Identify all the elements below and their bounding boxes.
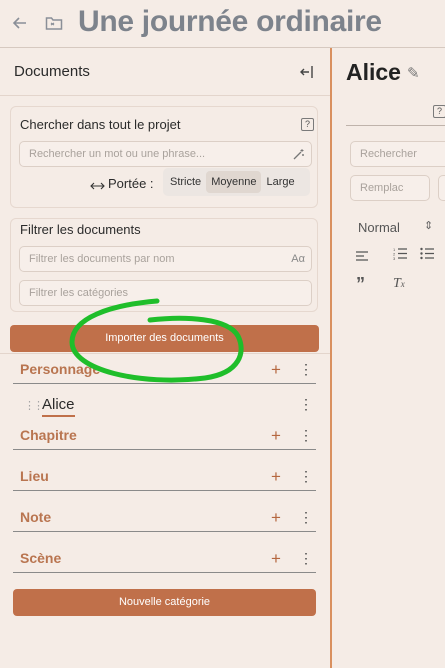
search-input[interactable]: Rechercher un mot ou une phrase...	[19, 141, 312, 167]
more-vertical-icon[interactable]: ⋮	[299, 509, 313, 526]
plus-icon[interactable]: +	[271, 467, 281, 487]
plus-icon[interactable]: +	[271, 360, 281, 380]
title-underline	[346, 125, 445, 126]
scope-selector: Stricte Moyenne Large	[163, 168, 310, 196]
magic-wand-icon[interactable]	[292, 142, 305, 170]
document-title: Alice	[346, 59, 401, 85]
project-search-panel: Chercher dans tout le projet ? Recherche…	[10, 106, 318, 208]
more-vertical-icon[interactable]: ⋮	[299, 550, 313, 567]
ordered-list-icon[interactable]: 123	[393, 247, 407, 263]
more-vertical-icon[interactable]: ⋮	[299, 468, 313, 485]
editor-panel: Alice ✎ ? Rechercher Remplac Normal ⇕ 12…	[332, 48, 445, 668]
editor-replace-placeholder: Remplac	[360, 182, 404, 194]
drag-handle-icon[interactable]: ⋮⋮	[24, 399, 44, 412]
edit-icon[interactable]: ✎	[407, 64, 420, 82]
editor-replace-input[interactable]: Remplac	[350, 175, 430, 201]
clear-format-icon[interactable]: Tx	[393, 276, 405, 292]
svg-text:3: 3	[393, 256, 396, 260]
bullet-list-icon[interactable]	[420, 247, 434, 263]
quote-icon[interactable]: ”	[356, 274, 365, 295]
document-name[interactable]: Alice	[42, 396, 75, 417]
plus-icon[interactable]: +	[271, 426, 281, 446]
filter-label: Filtrer les documents	[20, 222, 141, 237]
scope-label: Portée :	[108, 176, 154, 191]
category-name: Note	[20, 509, 52, 525]
more-vertical-icon[interactable]: ⋮	[299, 427, 313, 444]
category-lieu[interactable]: Lieu + ⋮	[13, 465, 316, 491]
sidebar-title: Documents	[14, 63, 90, 80]
category-name: Lieu	[20, 468, 49, 484]
paragraph-style-select[interactable]: Normal	[358, 220, 400, 235]
search-placeholder: Rechercher un mot ou une phrase...	[29, 148, 206, 160]
filter-panel: Filtrer les documents Filtrer les docume…	[10, 218, 318, 312]
top-bar: Une journée ordinaire	[0, 0, 445, 48]
filter-name-placeholder: Filtrer les documents par nom	[29, 253, 175, 265]
document-item-alice[interactable]: ⋮⋮ Alice ⋮	[13, 393, 316, 419]
scope-option-stricte[interactable]: Stricte	[165, 171, 206, 193]
category-name: Chapitre	[20, 427, 77, 443]
arrow-left-icon[interactable]	[9, 12, 31, 34]
divider	[0, 353, 330, 354]
category-scene[interactable]: Scène + ⋮	[13, 547, 316, 573]
category-note[interactable]: Note + ⋮	[13, 506, 316, 532]
scope-option-moyenne[interactable]: Moyenne	[206, 171, 262, 193]
more-vertical-icon[interactable]: ⋮	[299, 396, 313, 413]
page-title: Une journée ordinaire	[78, 5, 382, 38]
help-icon[interactable]: ?	[433, 105, 445, 118]
plus-icon[interactable]: +	[271, 549, 281, 569]
category-name: Scène	[20, 550, 62, 566]
plus-icon[interactable]: +	[271, 508, 281, 528]
editor-search-placeholder: Rechercher	[360, 148, 417, 160]
editor-replace-action[interactable]	[438, 175, 445, 201]
select-arrows-icon[interactable]: ⇕	[424, 219, 433, 232]
editor-search-input[interactable]: Rechercher	[350, 141, 445, 167]
import-documents-button[interactable]: Importer des documents	[10, 325, 319, 352]
filter-categories-input[interactable]: Filtrer les catégories	[19, 280, 312, 306]
sidebar-header: Documents	[0, 48, 330, 96]
category-personnage[interactable]: Personnage + ⋮	[13, 358, 316, 384]
align-left-icon[interactable]	[356, 249, 369, 265]
folder-icon[interactable]	[43, 12, 65, 34]
collapse-left-icon[interactable]	[296, 61, 318, 83]
filter-name-input[interactable]: Filtrer les documents par nom Aα	[19, 246, 312, 272]
category-chapitre[interactable]: Chapitre + ⋮	[13, 424, 316, 450]
case-sensitive-icon[interactable]: Aα	[291, 247, 305, 271]
scope-option-large[interactable]: Large	[261, 171, 299, 193]
more-vertical-icon[interactable]: ⋮	[299, 361, 313, 378]
search-label: Chercher dans tout le projet	[20, 117, 181, 132]
category-name: Personnage	[20, 361, 101, 377]
new-category-button[interactable]: Nouvelle catégorie	[13, 589, 316, 616]
filter-categories-placeholder: Filtrer les catégories	[29, 287, 129, 299]
help-icon[interactable]: ?	[301, 118, 314, 131]
scope-arrows-icon	[90, 177, 105, 195]
